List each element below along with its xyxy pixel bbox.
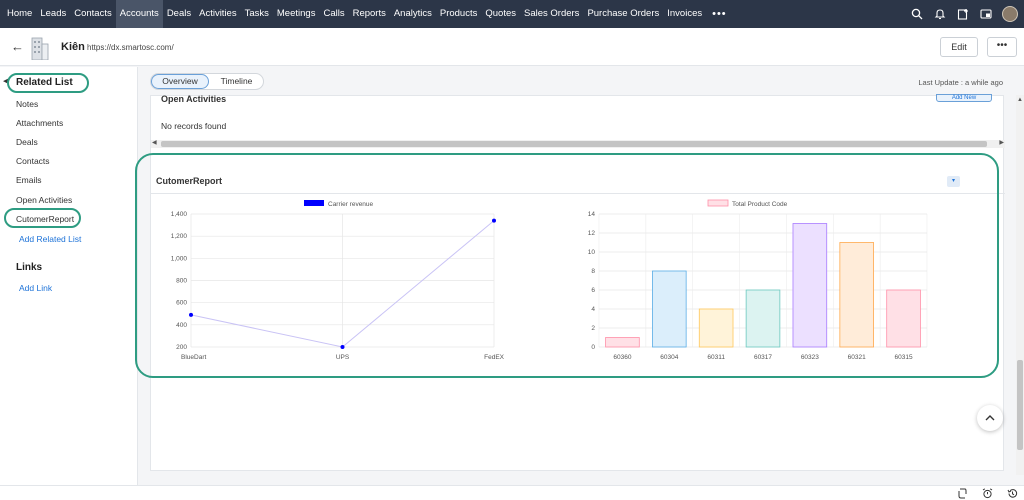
- nav-item-calls[interactable]: Calls: [319, 0, 348, 28]
- nav-item-quotes[interactable]: Quotes: [481, 0, 520, 28]
- more-actions-button[interactable]: •••: [987, 37, 1017, 57]
- search-icon[interactable]: [910, 8, 923, 21]
- nav-item-meetings[interactable]: Meetings: [273, 0, 320, 28]
- back-arrow-icon[interactable]: ←: [11, 39, 24, 54]
- nav-item-tasks[interactable]: Tasks: [241, 0, 273, 28]
- tabs-bar: Overview Timeline Last Update : a while …: [139, 67, 1016, 95]
- edit-button[interactable]: Edit: [940, 37, 978, 57]
- nav-item-accounts[interactable]: Accounts: [115, 0, 163, 28]
- avatar[interactable]: [1002, 6, 1018, 22]
- scroll-to-top-button[interactable]: [977, 405, 1003, 431]
- scroll-right-icon[interactable]: ▶: [999, 139, 1004, 146]
- nav-item-purchase-orders[interactable]: Purchase Orders: [583, 0, 663, 28]
- alarm-icon[interactable]: [982, 488, 993, 499]
- last-update-text: Last Update : a while ago: [918, 78, 1003, 87]
- scrollbar-thumb[interactable]: [161, 141, 987, 147]
- links-heading: Links: [16, 262, 43, 273]
- nav-item-leads[interactable]: Leads: [36, 0, 70, 28]
- vertical-scrollbar[interactable]: ▲: [1016, 95, 1024, 475]
- history-icon[interactable]: [1007, 488, 1018, 499]
- open-activities-title: Open Activities: [161, 94, 227, 104]
- add-related-list-link[interactable]: Add Related List: [19, 234, 81, 244]
- vertical-scrollbar-thumb[interactable]: [1017, 360, 1023, 450]
- sidebar-item-emails[interactable]: Emails: [16, 175, 42, 185]
- tab-overview[interactable]: Overview: [151, 74, 209, 89]
- bottom-bar: [0, 485, 1024, 500]
- add-link[interactable]: Add Link: [19, 283, 52, 293]
- nav-item-invoices[interactable]: Invoices: [663, 0, 706, 28]
- highlight-ring-related-list: [7, 73, 89, 93]
- account-building-icon: [30, 34, 50, 61]
- loop-icon[interactable]: [957, 488, 968, 499]
- scroll-up-icon[interactable]: ▲: [1017, 97, 1023, 103]
- top-nav: Home Leads Contacts Accounts Deals Activities…: [0, 0, 1024, 28]
- top-right-icons: [910, 0, 1018, 28]
- nav-item-contacts[interactable]: Contacts: [70, 0, 116, 28]
- record-header: ← Kiên https://dx.smartosc.com/ Edit •••: [0, 28, 1024, 66]
- nav-item-deals[interactable]: Deals: [163, 0, 195, 28]
- nav-more-icon[interactable]: •••: [706, 8, 733, 20]
- sidebar-item-attachments[interactable]: Attachments: [16, 118, 63, 128]
- sidebar-item-notes[interactable]: Notes: [16, 99, 38, 109]
- nav-item-analytics[interactable]: Analytics: [390, 0, 436, 28]
- nav-item-reports[interactable]: Reports: [349, 0, 390, 28]
- nav-items: Home Leads Contacts Accounts Deals Activities…: [0, 0, 733, 28]
- add-entry-icon[interactable]: [956, 8, 969, 21]
- sidebar-item-deals[interactable]: Deals: [16, 137, 38, 147]
- highlight-ring-report: [135, 153, 999, 378]
- highlight-ring-cutomerreport: [4, 208, 81, 228]
- no-records-text: No records found: [161, 121, 227, 131]
- sidebar-item-open-activities[interactable]: Open Activities: [16, 195, 72, 205]
- tab-timeline[interactable]: Timeline: [209, 74, 264, 89]
- bell-icon[interactable]: [933, 8, 946, 21]
- scroll-left-icon[interactable]: ◀: [152, 139, 157, 146]
- nav-item-sales-orders[interactable]: Sales Orders: [520, 0, 583, 28]
- nav-item-home[interactable]: Home: [3, 0, 36, 28]
- related-list-sidebar: ◀ Related List Notes Attachments Deals Cont…: [0, 67, 138, 487]
- picture-in-picture-icon[interactable]: [979, 8, 992, 21]
- view-tabs: Overview Timeline: [150, 73, 264, 90]
- horizontal-scrollbar[interactable]: ◀ ▶: [151, 140, 1005, 148]
- nav-item-activities[interactable]: Activities: [195, 0, 240, 28]
- record-name: Kiên: [61, 41, 85, 53]
- sidebar-item-contacts[interactable]: Contacts: [16, 156, 50, 166]
- add-new-button[interactable]: Add New: [936, 94, 992, 102]
- nav-item-products[interactable]: Products: [436, 0, 482, 28]
- record-url[interactable]: https://dx.smartosc.com/: [87, 43, 174, 52]
